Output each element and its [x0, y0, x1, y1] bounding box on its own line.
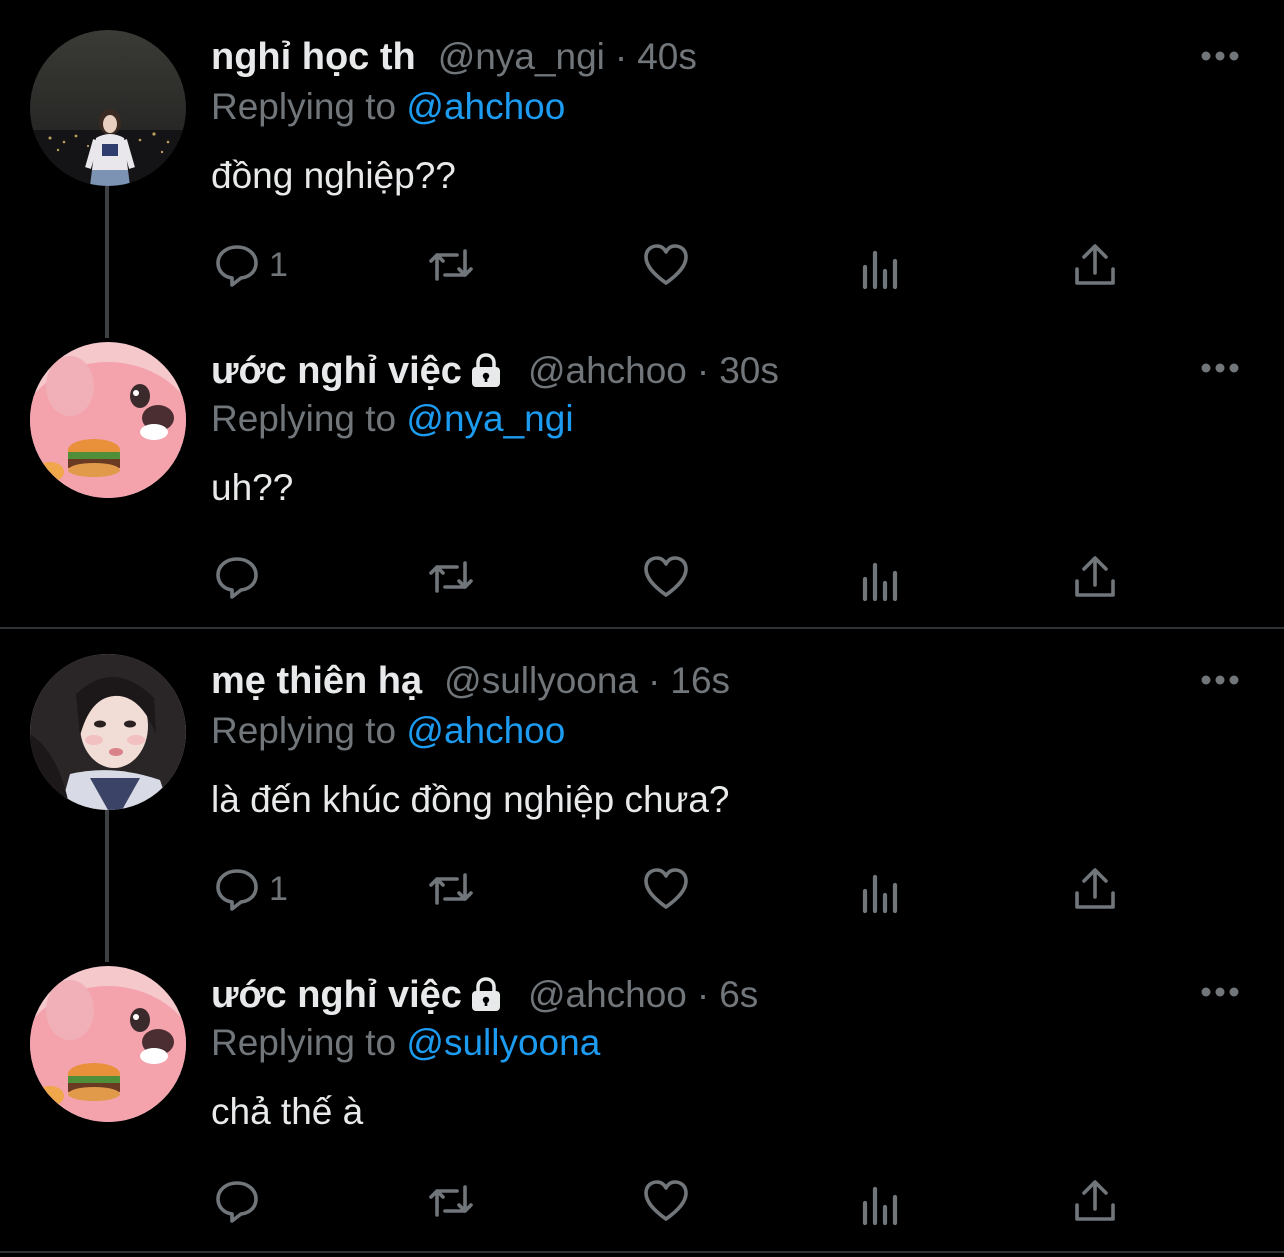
tweet-text: chả thế à	[211, 1091, 364, 1132]
reply-button[interactable]	[213, 1177, 269, 1225]
more-icon[interactable]	[1200, 986, 1240, 998]
separator-dot: ·	[696, 974, 710, 1015]
display-name[interactable]: ước nghỉ việc	[211, 974, 462, 1017]
lock-icon	[471, 977, 500, 1011]
retweet-button[interactable]	[427, 1177, 475, 1225]
replying-to-link[interactable]: @sullyoona	[406, 1022, 600, 1063]
tweet-divider	[0, 1251, 1284, 1253]
retweet-icon	[429, 1185, 473, 1217]
replying-to: Replying to @sullyoona	[211, 1022, 600, 1064]
timestamp[interactable]: 6s	[719, 974, 758, 1016]
replying-prefix: Replying to	[211, 1022, 397, 1063]
like-button[interactable]	[642, 1177, 690, 1225]
avatar[interactable]	[30, 966, 186, 1122]
reply-icon	[216, 1181, 258, 1223]
views-button[interactable]	[857, 1181, 905, 1229]
tweet-header: ước nghỉ việc @ahchoo · 6s	[211, 970, 758, 1020]
views-icon	[862, 1186, 898, 1226]
tweet[interactable]: ước nghỉ việc @ahchoo · 6s Replying to @…	[0, 0, 1284, 1250]
share-button[interactable]	[1071, 1177, 1119, 1225]
user-handle[interactable]: @ahchoo	[528, 974, 687, 1016]
like-icon	[644, 1180, 688, 1221]
share-icon	[1075, 1180, 1115, 1221]
